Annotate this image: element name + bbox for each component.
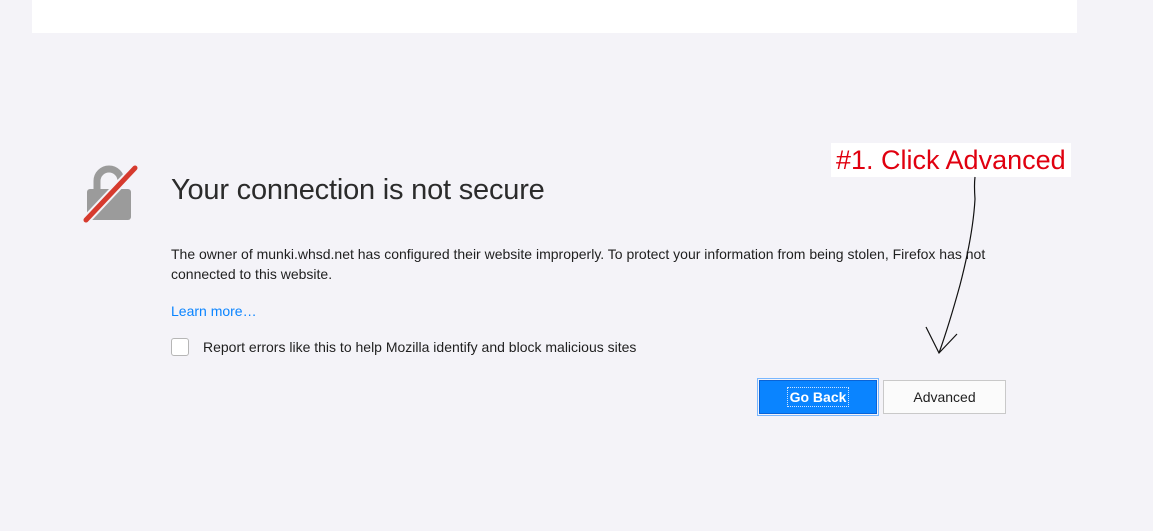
annotation-arrow-icon [925, 175, 985, 360]
broken-lock-icon [80, 162, 140, 225]
learn-more-link[interactable]: Learn more… [171, 302, 257, 320]
report-errors-row[interactable]: Report errors like this to help Mozilla … [171, 336, 636, 358]
annotation-label: #1. Click Advanced [831, 143, 1071, 177]
error-description: The owner of munki.whsd.net has configur… [171, 246, 986, 282]
error-page: Your connection is not secure The owner … [0, 0, 1153, 531]
page-title: Your connection is not secure [171, 174, 545, 206]
top-bar [32, 0, 1077, 33]
go-back-label: Go Back [786, 387, 850, 407]
advanced-button[interactable]: Advanced [883, 380, 1006, 414]
report-errors-label: Report errors like this to help Mozilla … [203, 339, 637, 355]
report-errors-checkbox[interactable] [171, 338, 189, 356]
go-back-button[interactable]: Go Back [757, 378, 879, 416]
advanced-label: Advanced [913, 389, 976, 405]
